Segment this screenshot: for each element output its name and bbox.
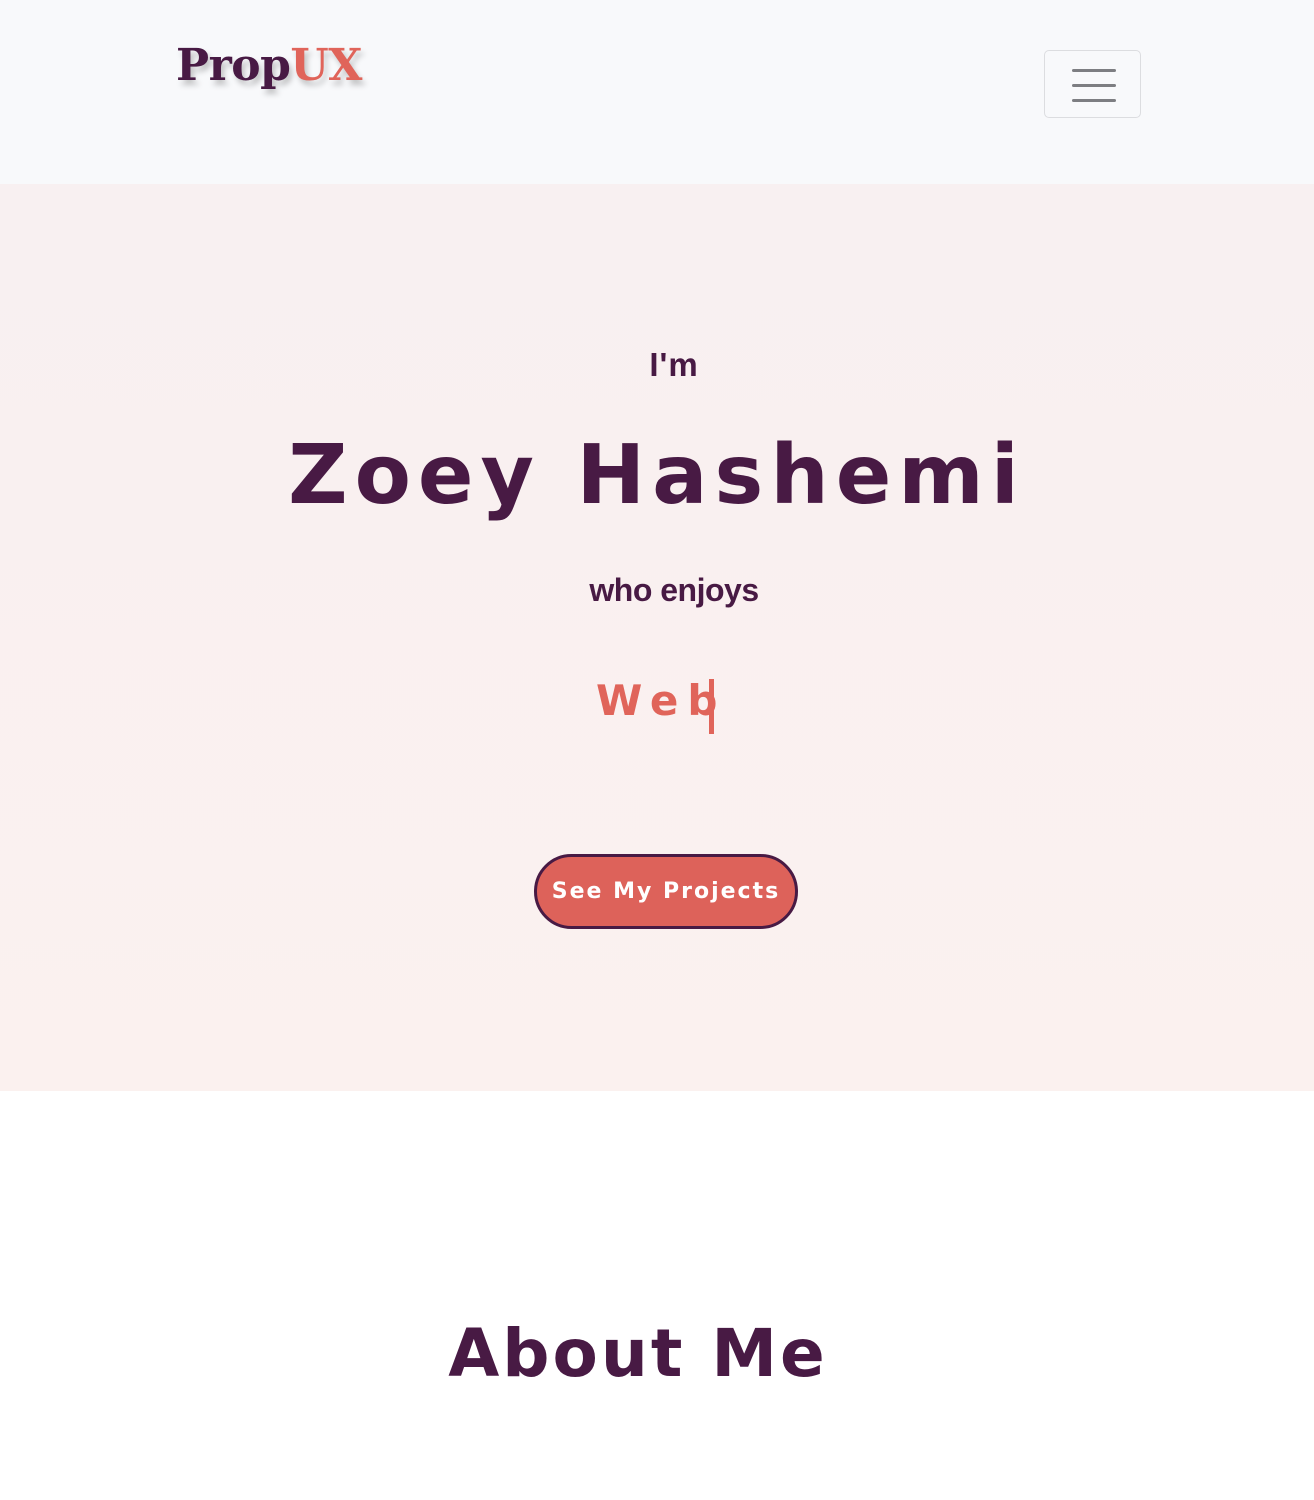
brand-logo-part1: Prop	[176, 40, 291, 91]
brand-logo-part2: UX	[290, 40, 362, 91]
hero-intro: I'm	[649, 346, 699, 383]
brand-logo[interactable]: PropUX	[176, 44, 362, 88]
hero-enjoys: who enjoys	[589, 572, 759, 608]
navbar: PropUX	[0, 0, 1314, 184]
see-projects-button[interactable]: See My Projects	[534, 854, 798, 929]
about-heading: About Me	[448, 1315, 828, 1392]
typed-text: Web	[596, 676, 727, 725]
about-section: About Me	[0, 1091, 1314, 1500]
hero-name: Zoey Hashemi	[288, 428, 1026, 523]
menu-toggle-button[interactable]	[1044, 50, 1141, 118]
hero-section: I'm Zoey Hashemi who enjoys Web See My P…	[0, 184, 1314, 1091]
typing-cursor	[709, 679, 714, 734]
hamburger-icon	[1072, 69, 1116, 103]
